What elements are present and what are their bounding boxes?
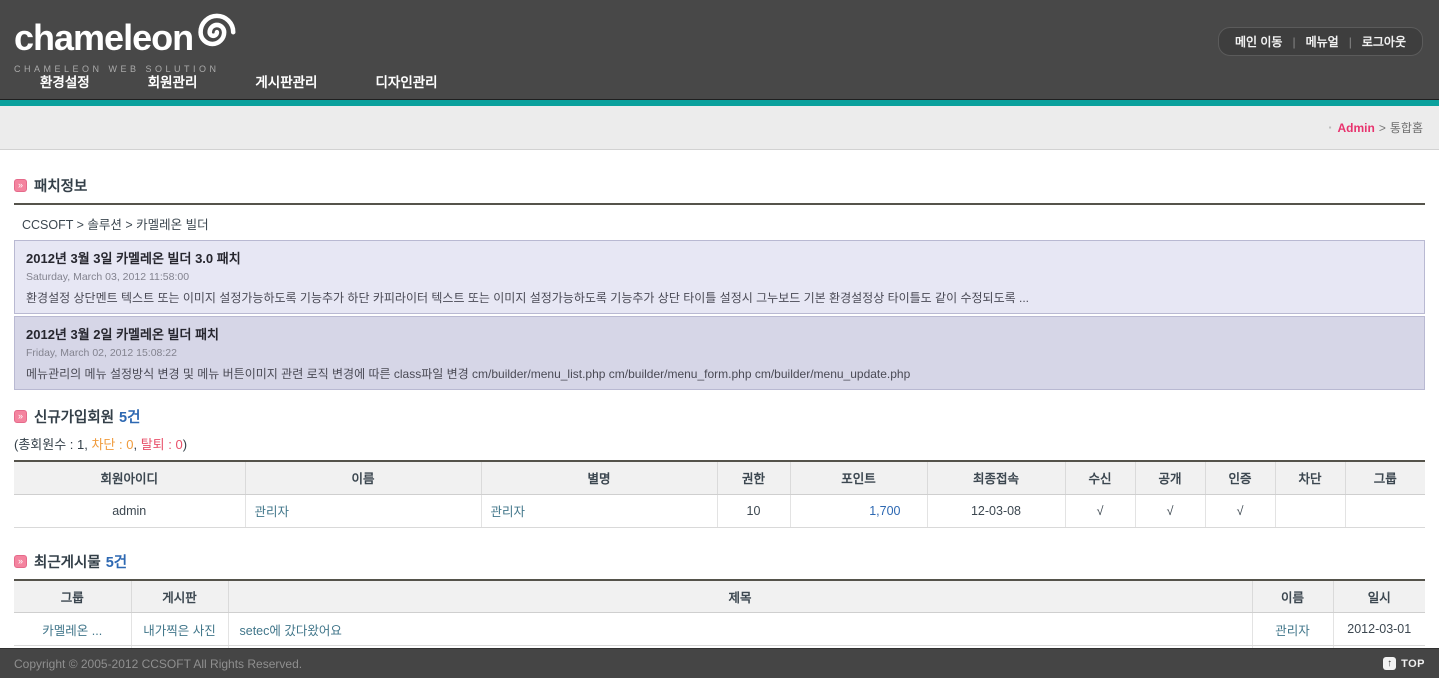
members-summary-total: (총회원수 : 1,: [14, 437, 91, 452]
col-last-access: 최종접속: [927, 462, 1065, 494]
copyright-text: Copyright © 2005-2012 CCSOFT All Rights …: [14, 657, 302, 671]
member-blocked-cell: [1275, 494, 1345, 527]
header: chameleon CHAMELEON WEB SOLUTION 메인 이동 |…: [0, 0, 1439, 99]
section-bullet-icon: »: [14, 410, 27, 423]
scroll-to-top-button[interactable]: ↑ TOP: [1383, 657, 1425, 670]
col-nickname: 별명: [481, 462, 717, 494]
member-public-check: √: [1135, 494, 1205, 527]
col-date: 일시: [1333, 581, 1425, 613]
posts-table-header-row: 그룹 게시판 제목 이름 일시: [14, 581, 1425, 613]
go-main-link[interactable]: 메인 이동: [1235, 33, 1283, 50]
breadcrumb-admin-link[interactable]: Admin: [1338, 121, 1375, 135]
member-nickname: 관리자: [481, 494, 717, 527]
col-points: 포인트: [790, 462, 927, 494]
posts-section-title: 최근게시물: [34, 551, 101, 572]
col-board: 게시판: [131, 581, 228, 613]
section-bullet-icon: »: [14, 555, 27, 568]
post-group[interactable]: 카멜레온 ...: [14, 613, 131, 646]
post-date: 2012-03-01: [1333, 613, 1425, 646]
patch-path: CCSOFT > 솔루션 > 카멜레온 빌더: [22, 214, 1425, 233]
members-summary-withdrawn: 탈퇴 : 0: [141, 437, 183, 452]
col-author: 이름: [1252, 581, 1333, 613]
col-group: 그룹: [14, 581, 131, 613]
member-receive-check: √: [1065, 494, 1135, 527]
breadcrumb: ▪ Admin > 통합홈: [0, 106, 1439, 150]
patch-item-body: 메뉴관리의 메뉴 설정방식 변경 및 메뉴 버튼이미지 관련 로직 변경에 따른…: [26, 365, 1413, 382]
nav-item-settings[interactable]: 환경설정: [40, 71, 90, 91]
col-name: 이름: [245, 462, 481, 494]
patch-section-title: 패치정보: [34, 175, 87, 196]
breadcrumb-separator: >: [1379, 121, 1386, 135]
patch-item[interactable]: 2012년 3월 2일 카멜레온 빌더 패치 Friday, March 02,…: [14, 316, 1425, 390]
main-content: » 패치정보 CCSOFT > 솔루션 > 카멜레온 빌더 2012년 3월 3…: [0, 150, 1439, 648]
member-certified-check: √: [1205, 494, 1275, 527]
members-summary-blocked: 차단 : 0: [91, 437, 133, 452]
post-title-link[interactable]: setec에 갔다왔어요: [228, 613, 1252, 646]
logout-link[interactable]: 로그아웃: [1362, 33, 1406, 50]
members-table-header-row: 회원아이디 이름 별명 권한 포인트 최종접속 수신 공개 인증 차단 그룹: [14, 462, 1425, 494]
members-section-count: 5건: [119, 406, 140, 427]
patch-item-title: 2012년 3월 3일 카멜레온 빌더 3.0 패치: [26, 248, 1413, 267]
member-last-access: 12-03-08: [927, 494, 1065, 527]
nav-item-members[interactable]: 회원관리: [148, 71, 198, 91]
logo[interactable]: chameleon CHAMELEON WEB SOLUTION: [14, 14, 245, 74]
post-board[interactable]: 내가찍은 사진: [131, 613, 228, 646]
patch-item[interactable]: 2012년 3월 3일 카멜레온 빌더 3.0 패치 Saturday, Mar…: [14, 240, 1425, 314]
up-arrow-icon: ↑: [1383, 657, 1396, 670]
col-group: 그룹: [1345, 462, 1425, 494]
col-public: 공개: [1135, 462, 1205, 494]
section-bullet-icon: »: [14, 179, 27, 192]
top-button-label: TOP: [1401, 658, 1425, 670]
member-points: 1,700: [790, 494, 927, 527]
posts-section-count: 5건: [106, 551, 127, 572]
main-nav: 환경설정 회원관리 게시판관리 디자인관리: [40, 71, 496, 91]
breadcrumb-bullet-icon: ▪: [1329, 123, 1332, 132]
breadcrumb-current: 통합홈: [1390, 119, 1423, 136]
member-row[interactable]: admin 관리자 관리자 10 1,700 12-03-08 √ √ √: [14, 494, 1425, 527]
members-section: » 신규가입회원 5건 (총회원수 : 1, 차단 : 0, 탈퇴 : 0) 회…: [14, 406, 1425, 528]
member-id[interactable]: admin: [14, 494, 245, 527]
members-section-title: 신규가입회원: [34, 406, 114, 427]
member-name: 관리자: [245, 494, 481, 527]
col-blocked: 차단: [1275, 462, 1345, 494]
top-links-divider: |: [1292, 35, 1295, 49]
accent-bar: [0, 99, 1439, 106]
col-member-id: 회원아이디: [14, 462, 245, 494]
posts-section: » 최근게시물 5건 그룹 게시판 제목 이름 일시 카멜레온: [14, 551, 1425, 649]
patch-item-date: Saturday, March 03, 2012 11:58:00: [26, 271, 1413, 283]
manual-link[interactable]: 메뉴얼: [1306, 33, 1339, 50]
col-receive: 수신: [1065, 462, 1135, 494]
logo-spiral-icon: [187, 6, 245, 62]
post-author: 관리자: [1252, 613, 1333, 646]
patch-item-date: Friday, March 02, 2012 15:08:22: [26, 347, 1413, 359]
nav-item-design[interactable]: 디자인관리: [375, 71, 437, 91]
section-rule: [14, 203, 1425, 205]
col-certified: 인증: [1205, 462, 1275, 494]
post-row[interactable]: 카멜레온 ... 내가찍은 사진 setec에 갔다왔어요 관리자 2012-0…: [14, 613, 1425, 646]
col-level: 권한: [717, 462, 790, 494]
patch-item-body: 환경설정 상단멘트 텍스트 또는 이미지 설정가능하도록 기능추가 하단 카피라…: [26, 289, 1413, 306]
col-title: 제목: [228, 581, 1252, 613]
logo-text: chameleon: [14, 17, 193, 59]
patch-item-title: 2012년 3월 2일 카멜레온 빌더 패치: [26, 324, 1413, 343]
posts-table: 그룹 게시판 제목 이름 일시 카멜레온 ... 내가찍은 사진 setec에 …: [14, 581, 1425, 649]
member-group-cell: [1345, 494, 1425, 527]
member-level: 10: [717, 494, 790, 527]
members-table: 회원아이디 이름 별명 권한 포인트 최종접속 수신 공개 인증 차단 그룹 a…: [14, 462, 1425, 528]
nav-item-boards[interactable]: 게시판관리: [255, 71, 317, 91]
members-summary: (총회원수 : 1, 차단 : 0, 탈퇴 : 0): [14, 434, 1425, 453]
patch-section: » 패치정보 CCSOFT > 솔루션 > 카멜레온 빌더 2012년 3월 3…: [14, 175, 1425, 390]
top-links-divider: |: [1349, 35, 1352, 49]
footer: Copyright © 2005-2012 CCSOFT All Rights …: [0, 648, 1439, 678]
top-links-bar: 메인 이동 | 메뉴얼 | 로그아웃: [1218, 27, 1423, 56]
